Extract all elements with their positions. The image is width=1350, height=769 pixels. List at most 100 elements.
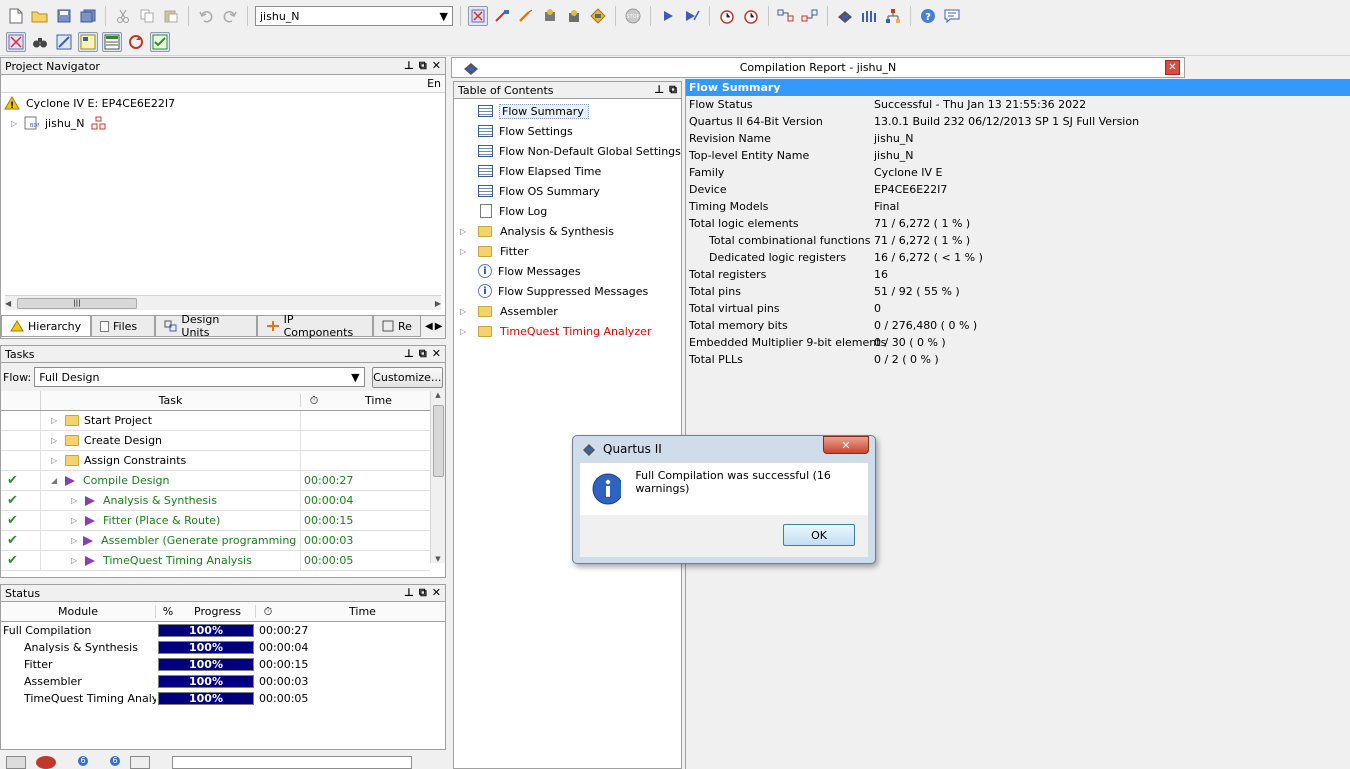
warning-filter-icon[interactable]: 6 (98, 756, 120, 769)
redo-icon[interactable] (220, 6, 240, 26)
suppress-filter-icon[interactable] (130, 756, 150, 769)
toc-item[interactable]: Flow Summary (454, 101, 681, 121)
hierarchy-icon[interactable] (883, 6, 903, 26)
toc-item[interactable]: ▷ TimeQuest Timing Analyzer (454, 321, 681, 341)
tasks-scrollbar[interactable]: ▲ ▼ (430, 391, 445, 563)
device-row[interactable]: ! Cyclone IV E: EP4CE6E22I7 (1, 93, 445, 113)
compile-stop-icon[interactable] (468, 6, 488, 26)
save-all-icon[interactable] (78, 6, 98, 26)
close-icon[interactable]: ✕ (432, 586, 441, 600)
toc-item[interactable]: i Flow Suppressed Messages (454, 281, 681, 301)
open-icon[interactable] (30, 6, 50, 26)
float-icon[interactable]: ⧉ (419, 347, 427, 361)
edit-icon[interactable] (54, 32, 74, 52)
scroll-right-icon[interactable]: ▶ (435, 299, 441, 308)
chip-icon[interactable] (564, 6, 584, 26)
time-column-header[interactable]: Time (327, 394, 430, 407)
copy-icon[interactable] (137, 6, 157, 26)
task-row[interactable]: ✔ ▷ Analysis & Synthesis 00:00:04 (1, 491, 430, 511)
undo-icon[interactable] (196, 6, 216, 26)
revision-select[interactable]: jishu_N ▼ (255, 6, 453, 26)
ok-button[interactable]: OK (783, 524, 855, 546)
save-icon[interactable] (54, 6, 74, 26)
chip-editor-icon[interactable] (6, 31, 26, 52)
comment-icon[interactable] (942, 6, 962, 26)
expand-icon[interactable]: ▷ (71, 496, 79, 505)
time-column-header[interactable]: Time (280, 605, 445, 618)
tab-design-units[interactable]: Design Units (155, 313, 257, 339)
toc-item[interactable]: ▷ Fitter (454, 241, 681, 261)
check-icon[interactable] (150, 31, 170, 52)
critical-warning-filter-icon[interactable]: 6 (66, 756, 88, 769)
scroll-up-icon[interactable]: ▲ (431, 391, 445, 399)
netlist-icon[interactable] (859, 6, 879, 26)
expand-icon[interactable]: ▷ (460, 247, 474, 256)
tab-hierarchy[interactable]: Hierarchy (1, 316, 91, 337)
expand-icon[interactable]: ▷ (460, 307, 474, 316)
scroll-thumb[interactable]: ||| (17, 297, 137, 309)
pin-icon[interactable]: ⊥ (654, 83, 664, 97)
toc-item[interactable]: Flow Non-Default Global Settings (454, 141, 681, 161)
message-search-field[interactable] (172, 756, 412, 769)
binoculars-icon[interactable] (30, 32, 50, 52)
scroll-down-icon[interactable]: ▼ (431, 555, 445, 563)
pin-planner-icon[interactable] (516, 6, 536, 26)
close-icon[interactable]: ✕ (432, 347, 441, 361)
task-column-header[interactable]: Task (41, 394, 301, 407)
stop-icon[interactable]: STOP (623, 6, 643, 26)
customize-button[interactable]: Customize... (371, 366, 443, 388)
flow-select[interactable]: Full Design ▼ (34, 367, 365, 387)
task-row[interactable]: ▷ Create Design (1, 431, 430, 451)
programmer-icon[interactable] (835, 6, 855, 26)
start-compilation-icon[interactable] (658, 6, 678, 26)
scroll-left-icon[interactable]: ◀ (5, 299, 17, 308)
task-row[interactable]: ▷ Assign Constraints (1, 451, 430, 471)
rtl-viewer-icon[interactable] (776, 6, 796, 26)
expand-icon[interactable]: ▷ (51, 436, 59, 445)
scroll-thumb[interactable] (433, 405, 444, 477)
expand-icon[interactable]: ▷ (71, 536, 77, 545)
expand-icon[interactable]: ▷ (71, 556, 79, 565)
tab-ip-components[interactable]: IP Components (257, 313, 373, 339)
expand-icon[interactable]: ▷ (460, 227, 474, 236)
error-filter-icon[interactable] (36, 756, 56, 769)
progress-column-header[interactable]: Progress (180, 605, 256, 618)
dialog-close-button[interactable]: ✕ (823, 436, 869, 454)
toc-item[interactable]: ▷ Analysis & Synthesis (454, 221, 681, 241)
expand-icon[interactable]: ▷ (460, 327, 474, 336)
float-icon[interactable]: ⧉ (669, 83, 677, 97)
tech-map-icon[interactable] (800, 6, 820, 26)
timing2-icon[interactable] (741, 6, 761, 26)
task-row[interactable]: ✔ ▷ TimeQuest Timing Analysis 00:00:05 (1, 551, 430, 571)
analysis-icon[interactable] (492, 6, 512, 26)
timing-icon[interactable] (717, 6, 737, 26)
toc-item[interactable]: i Flow Messages (454, 261, 681, 281)
expand-icon[interactable]: ▷ (11, 119, 19, 128)
tab-scroll-right-icon[interactable]: ▶ (435, 321, 443, 332)
task-row[interactable]: ▷ Start Project (1, 411, 430, 431)
cut-icon[interactable] (113, 6, 133, 26)
tab-scroll-left-icon[interactable]: ◀ (425, 321, 433, 332)
layout-icon[interactable] (102, 31, 122, 52)
horizontal-scrollbar[interactable]: ◀ ||| ▶ (5, 295, 441, 310)
pin-icon[interactable]: ⊥ (404, 59, 414, 73)
settings-icon[interactable] (540, 6, 560, 26)
task-row[interactable]: ✔ ▷ Assembler (Generate programming files)… (1, 531, 430, 551)
float-icon[interactable]: ⧉ (419, 586, 427, 600)
float-icon[interactable]: ⧉ (419, 59, 427, 73)
task-row[interactable]: ✔ ▷ Fitter (Place & Route) 00:00:15 (1, 511, 430, 531)
toc-item[interactable]: Flow Elapsed Time (454, 161, 681, 181)
toc-item[interactable]: Flow OS Summary (454, 181, 681, 201)
new-file-icon[interactable] (6, 6, 26, 26)
expand-icon[interactable]: ▷ (71, 516, 79, 525)
start-analysis-icon[interactable] (682, 6, 702, 26)
refresh-icon[interactable] (126, 32, 146, 52)
pin-icon[interactable]: ⊥ (404, 347, 414, 361)
view-icon[interactable] (78, 31, 98, 52)
toc-item[interactable]: ▷ Assembler (454, 301, 681, 321)
help-icon[interactable]: ? (918, 6, 938, 26)
module-column-header[interactable]: Module (1, 605, 156, 618)
tab-revisions[interactable]: Re (373, 316, 421, 337)
chip-planner-icon[interactable] (588, 6, 608, 26)
collapse-icon[interactable]: ◢ (51, 476, 59, 485)
